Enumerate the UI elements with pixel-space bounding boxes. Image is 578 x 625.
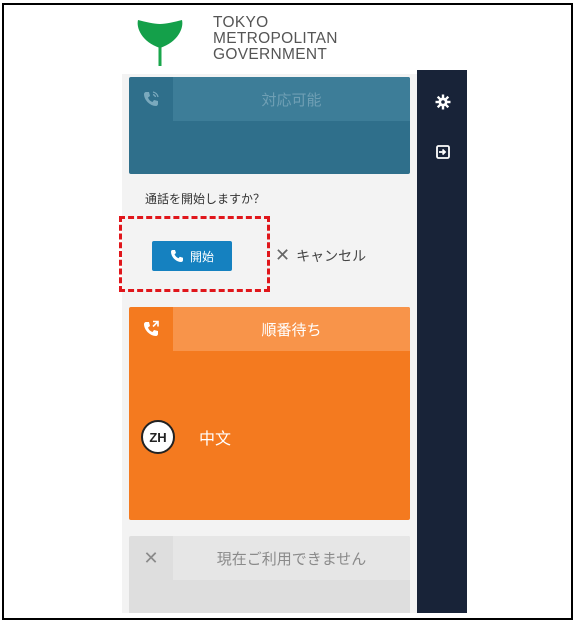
header: TOKYO METROPOLITAN GOVERNMENT	[122, 8, 467, 74]
unavailable-title: 現在ご利用できません	[173, 536, 410, 580]
org-name-line-1: TOKYO	[213, 14, 269, 31]
queue-title: 順番待ち	[173, 307, 410, 351]
right-sidebar	[417, 70, 467, 613]
cancel-call-button[interactable]: ✕ キャンセル	[275, 244, 366, 268]
language-name: 中文	[199, 429, 232, 448]
app-panel: TOKYO METROPOLITAN GOVERNMENT 対応可能 通話を開始…	[122, 8, 467, 613]
org-name: TOKYO METROPOLITAN GOVERNMENT	[213, 15, 373, 63]
org-name-line-2: METROPOLITAN	[213, 30, 338, 47]
gear-icon[interactable]	[435, 94, 451, 110]
close-icon: ✕	[275, 245, 291, 266]
cancel-call-label: キャンセル	[296, 249, 367, 265]
highlight-box	[119, 216, 270, 292]
queue-card[interactable]: 順番待ち ZH 中文	[129, 307, 410, 520]
available-card: 対応可能	[129, 77, 410, 174]
call-prompt-text: 通話を開始しますか？	[145, 192, 266, 206]
sign-in-icon[interactable]	[435, 144, 451, 160]
unavailable-card: ✕ 現在ご利用できません	[129, 536, 410, 613]
available-title: 対応可能	[173, 77, 410, 121]
tokyo-ginkgo-logo	[137, 20, 183, 66]
phone-forward-icon	[129, 307, 173, 351]
close-icon: ✕	[143, 547, 159, 569]
org-name-line-3: GOVERNMENT	[213, 46, 328, 63]
phone-volume-icon	[129, 77, 173, 121]
language-code-badge: ZH	[141, 420, 175, 454]
